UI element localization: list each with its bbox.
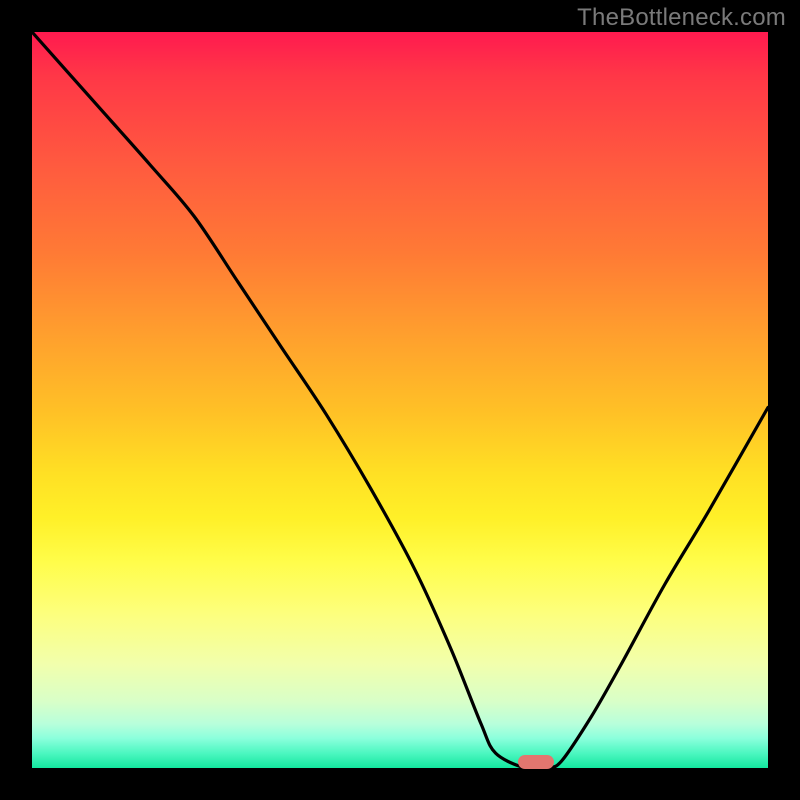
- curve-svg: [32, 32, 768, 768]
- watermark-text: TheBottleneck.com: [577, 4, 786, 32]
- plot-area: [32, 32, 768, 768]
- chart-frame: TheBottleneck.com: [0, 0, 800, 800]
- bottleneck-curve: [32, 32, 768, 768]
